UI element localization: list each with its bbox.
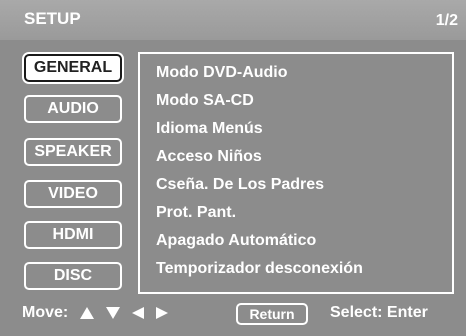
menu-item-dvd-audio-mode[interactable]: Modo DVD-Audio [156,64,288,82]
sidebar-item-video[interactable]: VIDEO [24,180,122,208]
page-title: SETUP [24,9,81,28]
menu-item-auto-power-off[interactable]: Apagado Automático [156,232,316,250]
menu-item-screen-saver[interactable]: Prot. Pant. [156,204,236,222]
select-hint: Select: Enter [330,304,428,321]
move-hint: Move: [22,304,169,322]
menu-item-child-lock[interactable]: Acceso Niños [156,148,262,166]
menu-item-menu-language[interactable]: Idioma Menús [156,120,263,138]
page-indicator: 1/2 [435,12,458,29]
sidebar-item-audio[interactable]: AUDIO [24,95,122,123]
menu-item-parental-password[interactable]: Cseña. De Los Padres [156,176,324,194]
menu-item-sacd-mode[interactable]: Modo SA-CD [156,92,254,110]
header-bar: SETUP 1/2 [0,0,466,40]
sidebar-item-disc[interactable]: DISC [24,262,122,290]
arrow-left-icon [132,307,145,319]
sidebar-item-hdmi[interactable]: HDMI [24,221,122,249]
arrow-right-icon [156,307,169,319]
arrow-up-icon [80,307,95,319]
sidebar-item-speaker[interactable]: SPEAKER [24,138,122,166]
arrow-down-icon [106,307,121,319]
sidebar-item-general[interactable]: GENERAL [24,54,122,82]
settings-panel: Modo DVD-Audio Modo SA-CD Idioma Menús A… [138,52,454,294]
move-label: Move: [22,304,69,321]
menu-item-sleep-timer[interactable]: Temporizador desconexión [156,260,363,278]
return-button[interactable]: Return [236,303,308,325]
